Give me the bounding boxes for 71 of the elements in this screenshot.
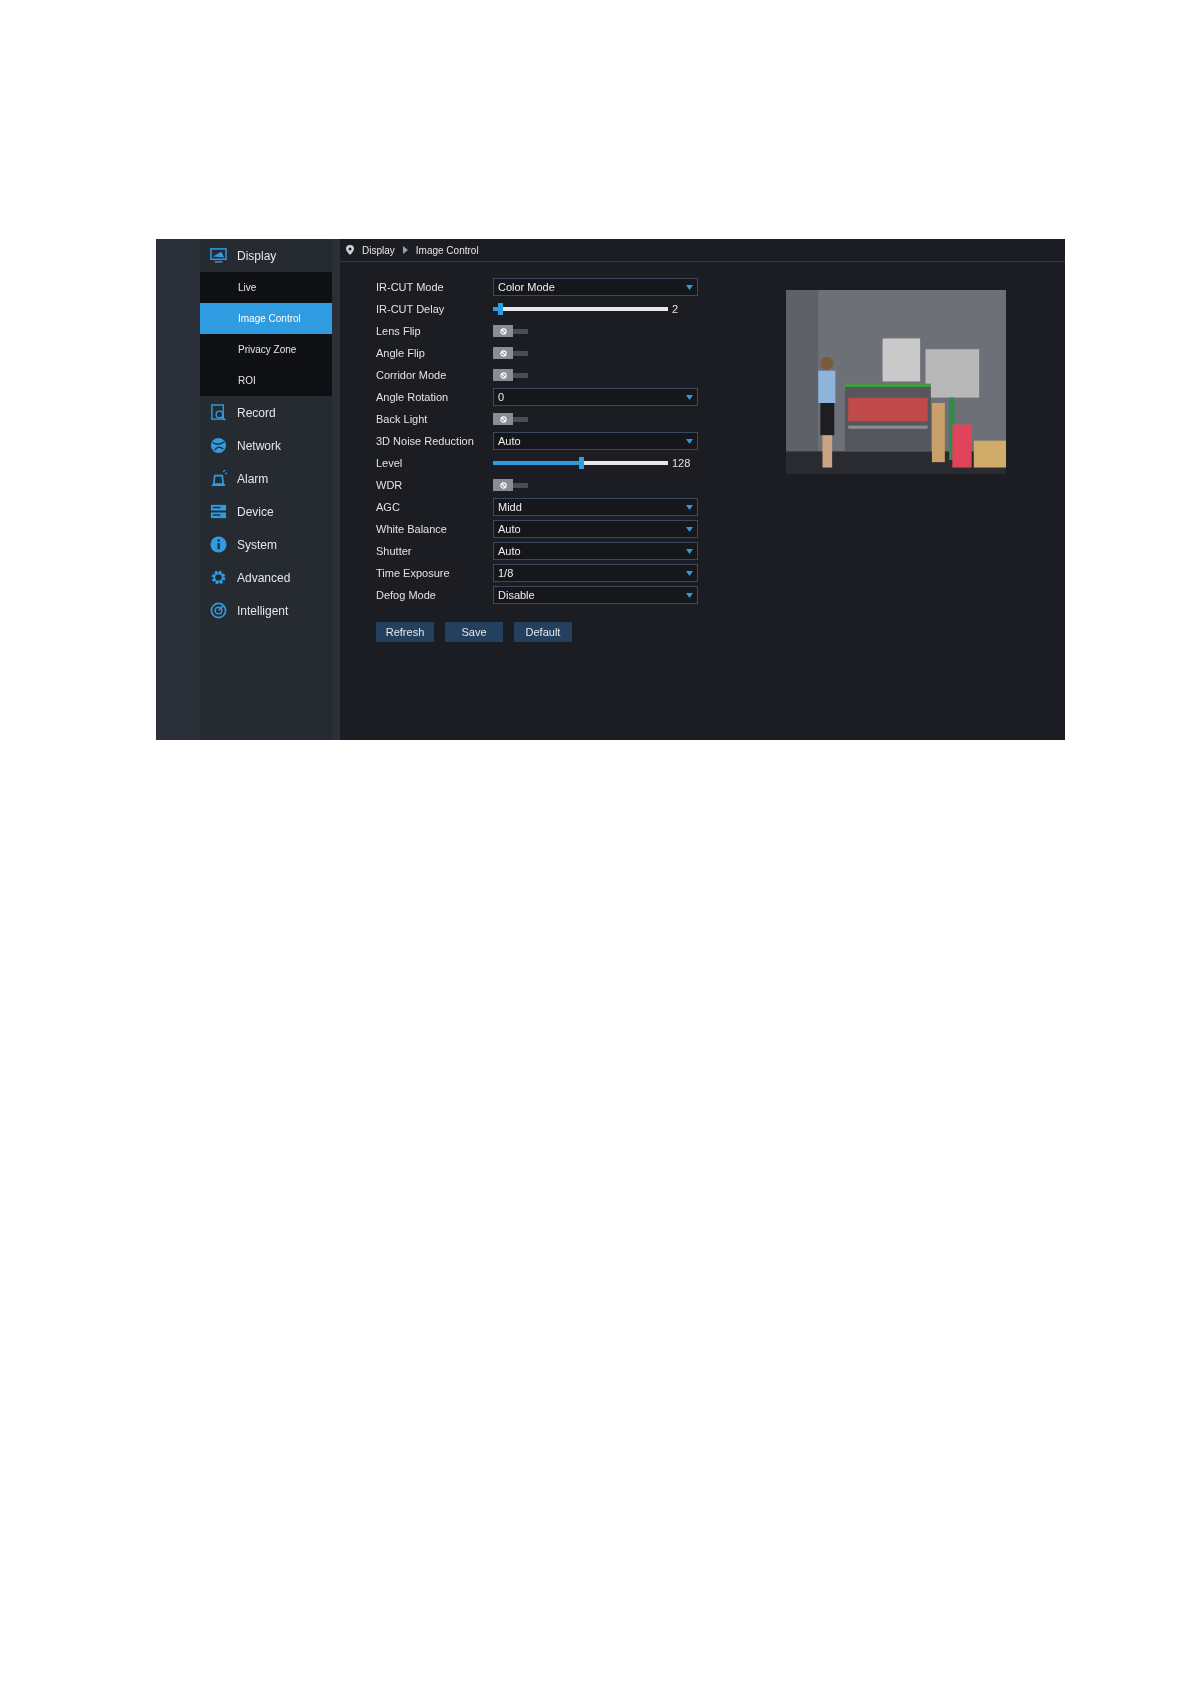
submenu-item[interactable]: Privacy Zone bbox=[200, 334, 332, 365]
sidebar-item[interactable]: System bbox=[200, 528, 332, 561]
dropdown[interactable]: 1/8 bbox=[493, 564, 698, 582]
prohibited-icon bbox=[499, 481, 507, 489]
setting-label: Back Light bbox=[376, 411, 429, 427]
gear-icon bbox=[210, 569, 227, 586]
slider-thumb[interactable] bbox=[498, 303, 503, 315]
prohibited-icon bbox=[499, 349, 507, 357]
sidebar-item[interactable]: Record bbox=[200, 396, 332, 429]
submenu-item[interactable]: ROI bbox=[200, 365, 332, 396]
setting-label: Angle Rotation bbox=[376, 389, 450, 405]
breadcrumb-link[interactable]: Display bbox=[362, 242, 395, 258]
caret-icon bbox=[686, 570, 693, 576]
globe-icon bbox=[210, 437, 227, 454]
breadcrumb-current: Image Control bbox=[415, 243, 479, 258]
slider-value: 128 bbox=[672, 455, 691, 471]
chevron-right-icon bbox=[402, 246, 408, 254]
setting-label: Shutter bbox=[376, 543, 413, 559]
dropdown[interactable]: Color Mode bbox=[493, 278, 698, 296]
setting-label: Time Exposure bbox=[376, 565, 451, 581]
monitor-icon bbox=[210, 247, 227, 264]
prohibited-icon bbox=[499, 371, 507, 379]
sidebar-item[interactable]: Network bbox=[200, 429, 332, 462]
dropdown[interactable]: Midd bbox=[493, 498, 698, 516]
caret-icon bbox=[686, 284, 693, 290]
setting-label: WDR bbox=[376, 477, 404, 493]
action-button[interactable]: Save bbox=[445, 622, 503, 642]
search-file-icon bbox=[210, 404, 227, 421]
prohibited-icon bbox=[499, 415, 507, 423]
dropdown[interactable]: Auto bbox=[493, 520, 698, 538]
caret-icon bbox=[686, 394, 693, 400]
prohibited-icon bbox=[499, 327, 507, 335]
action-button[interactable]: Refresh bbox=[376, 622, 434, 642]
setting-label: Level bbox=[376, 455, 404, 471]
dropdown[interactable]: Auto bbox=[493, 432, 698, 450]
setting-label: Corridor Mode bbox=[376, 367, 448, 383]
slider-thumb[interactable] bbox=[578, 457, 584, 469]
sidebar-item[interactable]: Device bbox=[200, 495, 332, 528]
toggle-switch[interactable] bbox=[493, 325, 528, 337]
sidebar-item[interactable]: Advanced bbox=[200, 561, 332, 594]
server-icon bbox=[210, 503, 227, 520]
target-icon bbox=[210, 602, 227, 619]
info-icon bbox=[210, 536, 227, 553]
dropdown[interactable]: Disable bbox=[493, 586, 698, 604]
slider-value: 2 bbox=[672, 301, 679, 317]
sidebar-item[interactable]: Display bbox=[200, 239, 332, 272]
setting-label: 3D Noise Reduction bbox=[376, 433, 475, 449]
toggle-switch[interactable] bbox=[493, 369, 528, 381]
location-pin-icon bbox=[346, 245, 354, 255]
dropdown[interactable]: 0 bbox=[493, 388, 698, 406]
setting-label: Angle Flip bbox=[376, 345, 426, 361]
caret-icon bbox=[686, 548, 693, 554]
sidebar-item[interactable]: Alarm bbox=[200, 462, 332, 495]
setting-label: IR-CUT Mode bbox=[376, 279, 445, 295]
setting-label: Lens Flip bbox=[376, 323, 422, 339]
caret-icon bbox=[686, 592, 693, 598]
action-button[interactable]: Default bbox=[514, 622, 572, 642]
setting-label: White Balance bbox=[376, 521, 448, 537]
toggle-switch[interactable] bbox=[493, 347, 528, 359]
setting-label: AGC bbox=[376, 499, 401, 515]
alarm-light-icon bbox=[210, 470, 227, 487]
caret-icon bbox=[686, 504, 693, 510]
sidebar-item[interactable]: Intelligent bbox=[200, 594, 332, 627]
toggle-switch[interactable] bbox=[493, 479, 528, 491]
caret-icon bbox=[686, 526, 693, 532]
setting-label: IR-CUT Delay bbox=[376, 301, 446, 317]
submenu-item[interactable]: Live bbox=[200, 272, 332, 303]
toggle-switch[interactable] bbox=[493, 413, 528, 425]
dropdown[interactable]: Auto bbox=[493, 542, 698, 560]
caret-icon bbox=[686, 438, 693, 444]
setting-label: Defog Mode bbox=[376, 587, 437, 603]
